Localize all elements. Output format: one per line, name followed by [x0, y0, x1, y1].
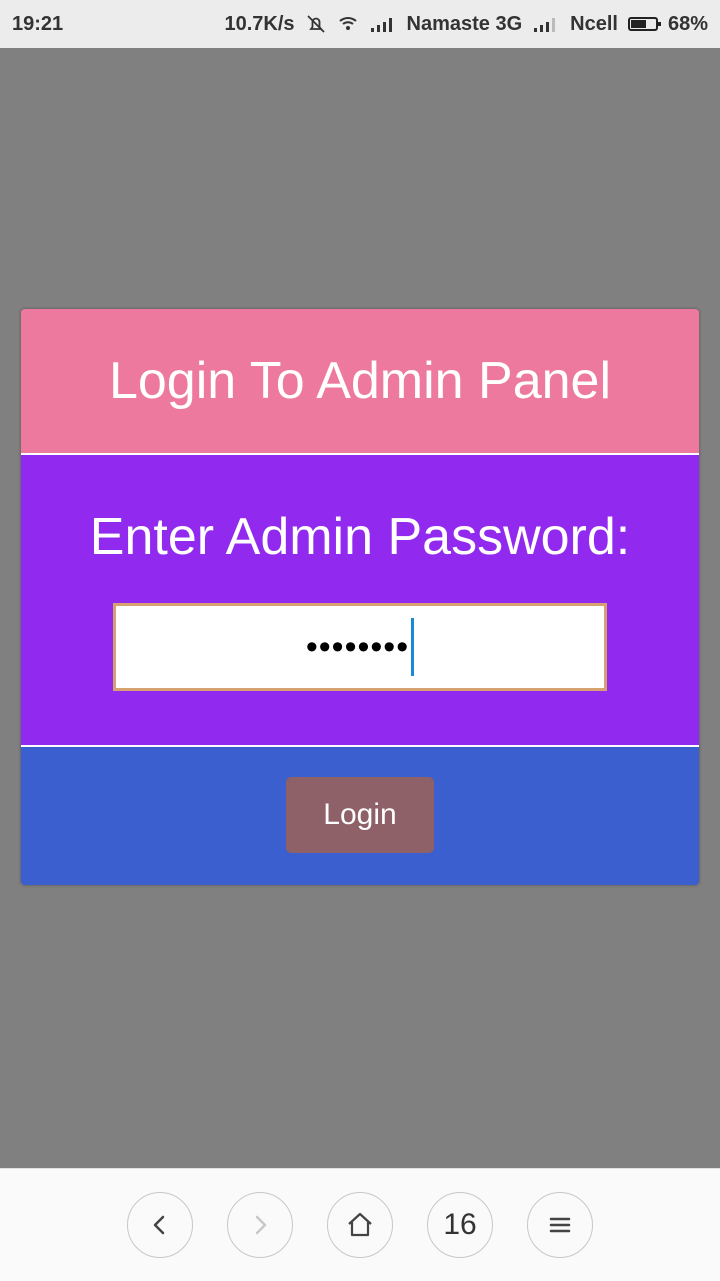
- panel-footer: Login: [21, 747, 699, 885]
- forward-button[interactable]: [227, 1192, 293, 1258]
- status-time: 19:21: [12, 12, 64, 35]
- menu-button[interactable]: [527, 1192, 593, 1258]
- network-speed: 10.7K/s: [224, 12, 295, 35]
- page-title: Login To Admin Panel: [108, 352, 612, 410]
- password-value: ••••••••: [305, 627, 410, 666]
- password-label: Enter Admin Password:: [89, 508, 631, 566]
- panel-body: Enter Admin Password: ••••••••: [21, 455, 699, 747]
- login-button[interactable]: Login: [286, 777, 434, 853]
- tabs-button[interactable]: 16: [427, 1192, 493, 1258]
- mute-bell-icon: [305, 13, 327, 35]
- battery-percent: 68%: [667, 12, 708, 35]
- browser-nav-bar: 16: [0, 1168, 720, 1281]
- password-field[interactable]: ••••••••: [113, 603, 607, 691]
- admin-login-panel: Login To Admin Panel Enter Admin Passwor…: [21, 309, 699, 885]
- forward-icon: [255, 1215, 267, 1235]
- battery-fill: [630, 20, 647, 28]
- signal-icon: [532, 14, 560, 34]
- text-caret: [411, 618, 415, 676]
- home-button[interactable]: [327, 1192, 393, 1258]
- tab-count: 16: [443, 1208, 477, 1241]
- battery-icon: [627, 17, 661, 31]
- wifi-icon: [337, 13, 359, 35]
- signal-icon: [369, 14, 397, 34]
- back-button[interactable]: [127, 1192, 193, 1258]
- home-icon: [348, 1212, 372, 1237]
- back-icon: [153, 1215, 165, 1235]
- status-bar: 19:21 10.7K/s Namaste 3G Ncell 68%: [0, 0, 720, 48]
- menu-icon: [549, 1217, 571, 1233]
- carrier-1: Namaste 3G: [406, 12, 523, 35]
- carrier-2: Ncell: [570, 12, 618, 35]
- panel-header: Login To Admin Panel: [21, 309, 699, 455]
- status-right: 10.7K/s Namaste 3G Ncell 68%: [224, 13, 708, 36]
